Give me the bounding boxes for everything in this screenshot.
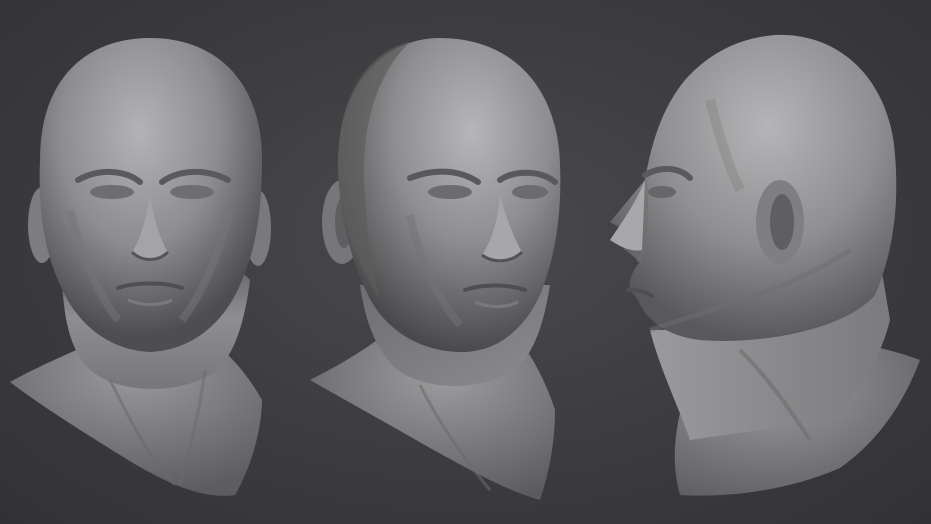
head-profile-render [610,34,920,496]
left-eye [428,185,472,199]
eye [648,186,676,198]
head-front-view [0,0,300,524]
render-stage [0,0,931,524]
head-three-quarter-view [300,0,590,524]
left-eye [90,185,134,199]
head-profile-view [590,0,931,524]
right-eye [170,185,214,199]
head-front-render [10,38,271,496]
right-eye [512,185,548,199]
head-three-quarter-render [310,38,561,500]
